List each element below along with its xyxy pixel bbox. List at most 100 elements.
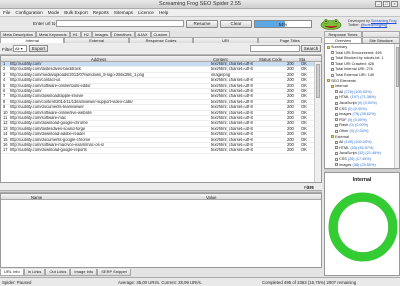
tree-item-label: Total Internal URI: 276 [335, 67, 373, 72]
window-title: Screaming Frog SEO Spider 2.55 [159, 1, 241, 7]
title-bar: Screaming Frog SEO Spider 2.55 – □ × [0, 0, 400, 9]
cell-address: http://uutility.com/tastesdives-sound-fo… [10, 126, 86, 131]
cell-address: http://uutility.com/software-online/live… [10, 110, 92, 115]
filter-select[interactable]: All ▾ [13, 45, 27, 52]
tree-item[interactable]: CSS(0) (0,00%) [335, 107, 367, 111]
tab-image-info[interactable]: Image Info [70, 269, 98, 276]
menu-file[interactable]: File [3, 10, 10, 15]
tree-item[interactable]: HTML(197) (71,38%) [335, 95, 376, 99]
tree-item[interactable]: Flash(0) (0,00%) [335, 123, 368, 127]
folder-icon [327, 79, 330, 83]
menu-licence[interactable]: Licence [138, 10, 154, 15]
tab-in-links[interactable]: In Links [23, 269, 46, 276]
tree-item[interactable]: Total External URI: 149 [331, 73, 375, 77]
tree-item[interactable]: Total Blocked by robots.txt: 1 [331, 56, 385, 60]
filter-select-value: All [15, 46, 20, 51]
tree-item[interactable]: SEO Elements [327, 79, 357, 83]
tree-item-count: (26) (17,45%) [347, 157, 372, 161]
cell-status: OK [301, 105, 307, 110]
cell-address: http://uutility.com/content/2014/11/13/i… [10, 99, 133, 104]
tree-item[interactable]: Summary [327, 45, 348, 49]
cell-address: http://uutility.com/software-online/tool… [10, 83, 91, 88]
cell-status-code: 200 [287, 62, 294, 66]
url-input[interactable] [56, 20, 184, 27]
menu-reports[interactable]: Reports [93, 10, 109, 15]
tree-item[interactable]: JavaScript(32) (21,48%) [335, 151, 381, 155]
tree-item[interactable]: Internal [331, 84, 349, 88]
cell-status: OK [301, 94, 307, 99]
export-button[interactable]: Export [29, 45, 48, 52]
menu-mode[interactable]: Mode [48, 10, 60, 15]
cell-content: text/html; charset=utf-8 [211, 78, 253, 83]
search-button[interactable]: Search [301, 45, 321, 52]
document-icon [331, 56, 334, 60]
menu-help[interactable]: Help [159, 10, 168, 15]
column-header-status[interactable]: Sta [299, 57, 305, 62]
tab-url-info[interactable]: URL Info [0, 269, 24, 276]
tab-serp-snippet[interactable]: SERP Snippet [97, 269, 131, 276]
tree-item-count: (0) (0,00%) [349, 129, 369, 133]
scroll-thumb[interactable] [316, 64, 320, 98]
tree-item[interactable]: Images(38) (25,50%) [335, 163, 376, 167]
folder-icon [331, 135, 334, 139]
tree-item-label: Total URI Crawled: 426 [335, 61, 375, 66]
tree-item[interactable]: Total URI Encountered: 495 [331, 51, 383, 55]
tree-item-label: Internal [335, 84, 348, 89]
donut-ring [328, 192, 398, 262]
tree-item-label: Summary [331, 45, 348, 49]
cell-status-code: 200 [287, 72, 294, 77]
cell-status: OK [301, 137, 307, 142]
document-icon [331, 67, 334, 71]
column-header-content[interactable]: Content [213, 57, 228, 62]
cell-address: http://uutility.com/tastesdives-backtrac… [10, 67, 81, 72]
tree-scrollbar[interactable] [394, 44, 399, 168]
cell-address: http://uutility.com/software-mac/vce-exa… [10, 143, 105, 147]
clear-button[interactable]: Clear [220, 20, 252, 28]
tree-scroll-thumb[interactable] [395, 47, 399, 87]
cell-status-code: 200 [287, 99, 294, 104]
minimize-icon[interactable]: – [375, 1, 382, 7]
menu-configuration[interactable]: Configuration [15, 10, 42, 15]
search-input[interactable] [250, 45, 300, 52]
tree-item[interactable]: Other(0) (0,00%) [335, 129, 369, 133]
cell-address: http://uutility.com/ [10, 62, 42, 66]
row-number: 3 [3, 72, 6, 77]
menu-bulk-export[interactable]: Bulk Export [64, 10, 88, 15]
cell-status: OK [301, 121, 307, 126]
filter-total-bar: Filter Total: 276 [0, 183, 322, 195]
document-icon [335, 101, 338, 105]
filter-label: Filter: [2, 47, 14, 52]
cell-status: OK [301, 148, 307, 153]
tree-item[interactable]: Total URI Crawled: 426 [331, 62, 375, 66]
resume-button[interactable]: Resume [186, 20, 218, 28]
tree-item[interactable]: All(149) (100,00%) [335, 140, 372, 144]
column-header-address[interactable]: Address [91, 57, 106, 62]
tree-item[interactable]: CSS(26) (17,45%) [335, 157, 371, 161]
tab-out-links[interactable]: Out Links [45, 269, 71, 276]
tree-item[interactable]: JavaScript(0) (0,00%) [335, 101, 377, 105]
column-header-value[interactable]: Value [206, 195, 216, 200]
column-header-name[interactable]: Name [31, 195, 42, 200]
cell-status: OK [301, 83, 307, 88]
cell-status-code: 200 [287, 121, 294, 126]
maximize-icon[interactable]: □ [383, 1, 390, 7]
menu-sitemaps[interactable]: Sitemaps [114, 10, 133, 15]
tree-item[interactable]: PDF(0) (0,00%) [335, 118, 367, 122]
twitter-link[interactable]: @screamingfrog [361, 23, 387, 27]
column-header-status-code[interactable]: Status Code [259, 57, 282, 62]
row-number: 2 [3, 67, 6, 72]
tree-item[interactable]: Images(79) (28,62%) [335, 112, 376, 116]
results-table: Address Content Status Code Sta 1 http://… [0, 55, 322, 183]
row-number: 5 [3, 83, 6, 88]
table-scrollbar[interactable] [314, 62, 321, 182]
document-icon [335, 123, 338, 127]
tree-item[interactable]: Total Internal URI: 276 [331, 67, 374, 71]
tree-item[interactable]: External [331, 135, 350, 139]
row-number: 6 [3, 89, 6, 93]
filter-bar: Filter: All ▾ Export Search [0, 43, 322, 55]
row-number: 11 [3, 116, 8, 120]
tree-item[interactable]: All(276) (100,00%) [335, 90, 372, 94]
tree-item[interactable]: HTML(53) (35,57%) [335, 146, 374, 150]
close-icon[interactable]: × [391, 1, 398, 7]
table-row[interactable]: 17 http://uutility.com/download-google-re… [1, 148, 315, 154]
